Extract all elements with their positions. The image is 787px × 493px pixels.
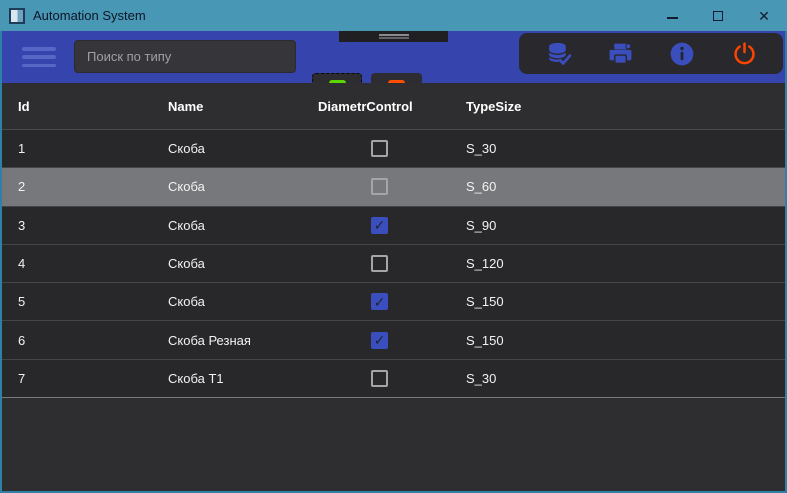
- cell-id: 5: [18, 294, 26, 310]
- cell-diametrcontrol: [300, 255, 450, 273]
- table-row[interactable]: 6 Скоба Резная S_150: [2, 321, 785, 360]
- cell-diametrcontrol: [300, 140, 450, 158]
- minimize-icon: [666, 16, 678, 19]
- table-row[interactable]: 5 Скоба S_150: [2, 283, 785, 322]
- hamburger-icon: [22, 47, 56, 51]
- cell-diametrcontrol: [300, 369, 450, 387]
- diametr-control-checkbox[interactable]: [371, 331, 388, 349]
- cell-typesize: S_150: [466, 332, 504, 348]
- app-icon: [9, 7, 25, 24]
- info-icon: [670, 42, 694, 65]
- cell-id: 6: [18, 332, 26, 348]
- column-header-typesize[interactable]: TypeSize: [450, 99, 785, 114]
- actions-panel: [519, 33, 783, 74]
- maximize-icon: [713, 10, 723, 21]
- diametr-control-checkbox[interactable]: [371, 293, 388, 311]
- cell-name: Скоба: [168, 179, 205, 195]
- cell-id: 7: [18, 370, 26, 386]
- flyout-drag-handle[interactable]: [339, 31, 448, 42]
- cell-diametrcontrol: [300, 216, 450, 234]
- cell-name: Скоба: [168, 141, 205, 157]
- cell-id: 4: [18, 256, 26, 272]
- diametr-control-checkbox[interactable]: [371, 216, 388, 234]
- column-header-id[interactable]: Id: [2, 99, 150, 114]
- info-button[interactable]: [662, 37, 702, 71]
- cell-typesize: S_120: [466, 256, 504, 272]
- cell-id: 2: [18, 179, 26, 195]
- diametr-control-checkbox[interactable]: [371, 255, 388, 273]
- cell-diametrcontrol: [300, 178, 450, 196]
- window-controls: ✕: [649, 0, 787, 31]
- cell-name: Скоба Т1: [168, 370, 224, 386]
- cell-id: 3: [18, 217, 26, 233]
- diametr-control-checkbox[interactable]: [371, 369, 388, 387]
- minimize-button[interactable]: [649, 0, 695, 31]
- print-button[interactable]: [600, 37, 640, 71]
- table-row[interactable]: 4 Скоба S_120: [2, 244, 785, 284]
- menu-button[interactable]: [22, 47, 56, 67]
- diametr-control-checkbox[interactable]: [371, 140, 388, 158]
- cell-typesize: S_150: [466, 294, 504, 310]
- cell-name: Скоба: [168, 256, 205, 272]
- table-header: Id Name DiametrControl TypeSize: [2, 83, 785, 130]
- database-check-button[interactable]: [538, 37, 578, 71]
- cell-id: 1: [18, 141, 26, 157]
- cell-name: Скоба: [168, 294, 205, 310]
- power-icon: [733, 42, 755, 65]
- search-input[interactable]: [74, 40, 296, 73]
- table-row[interactable]: 7 Скоба Т1 S_30: [2, 359, 785, 399]
- window-title: Automation System: [33, 8, 146, 23]
- cell-typesize: S_60: [466, 179, 497, 195]
- grip-lines-icon: [378, 34, 409, 36]
- app-window: Automation System ✕ Поиск по типу Id Nam…: [0, 0, 787, 493]
- diametr-control-checkbox[interactable]: [371, 178, 388, 196]
- cell-typesize: S_90: [466, 217, 497, 233]
- database-check-icon: [547, 42, 572, 67]
- cell-diametrcontrol: [300, 331, 450, 349]
- cell-name: Скоба Резная: [168, 332, 251, 348]
- title-bar: Automation System ✕: [0, 0, 787, 31]
- cell-diametrcontrol: [300, 293, 450, 311]
- close-button[interactable]: ✕: [741, 0, 787, 31]
- table-row[interactable]: 1 Скоба S_30: [2, 130, 785, 169]
- power-button[interactable]: [724, 37, 764, 71]
- cell-typesize: S_30: [466, 370, 497, 386]
- printer-icon: [609, 43, 631, 65]
- cell-name: Скоба: [168, 217, 205, 233]
- column-header-name[interactable]: Name: [150, 99, 300, 114]
- table-row[interactable]: 2 Скоба S_60: [2, 168, 785, 207]
- table-body: 1 Скоба S_30 2 Скоба S_60 3 Скоба S_90: [2, 130, 785, 399]
- close-icon: ✕: [758, 7, 770, 24]
- table-row[interactable]: 3 Скоба S_90: [2, 206, 785, 245]
- cell-typesize: S_30: [466, 141, 497, 157]
- maximize-button[interactable]: [695, 0, 741, 31]
- column-header-diametrcontrol[interactable]: DiametrControl: [300, 99, 450, 114]
